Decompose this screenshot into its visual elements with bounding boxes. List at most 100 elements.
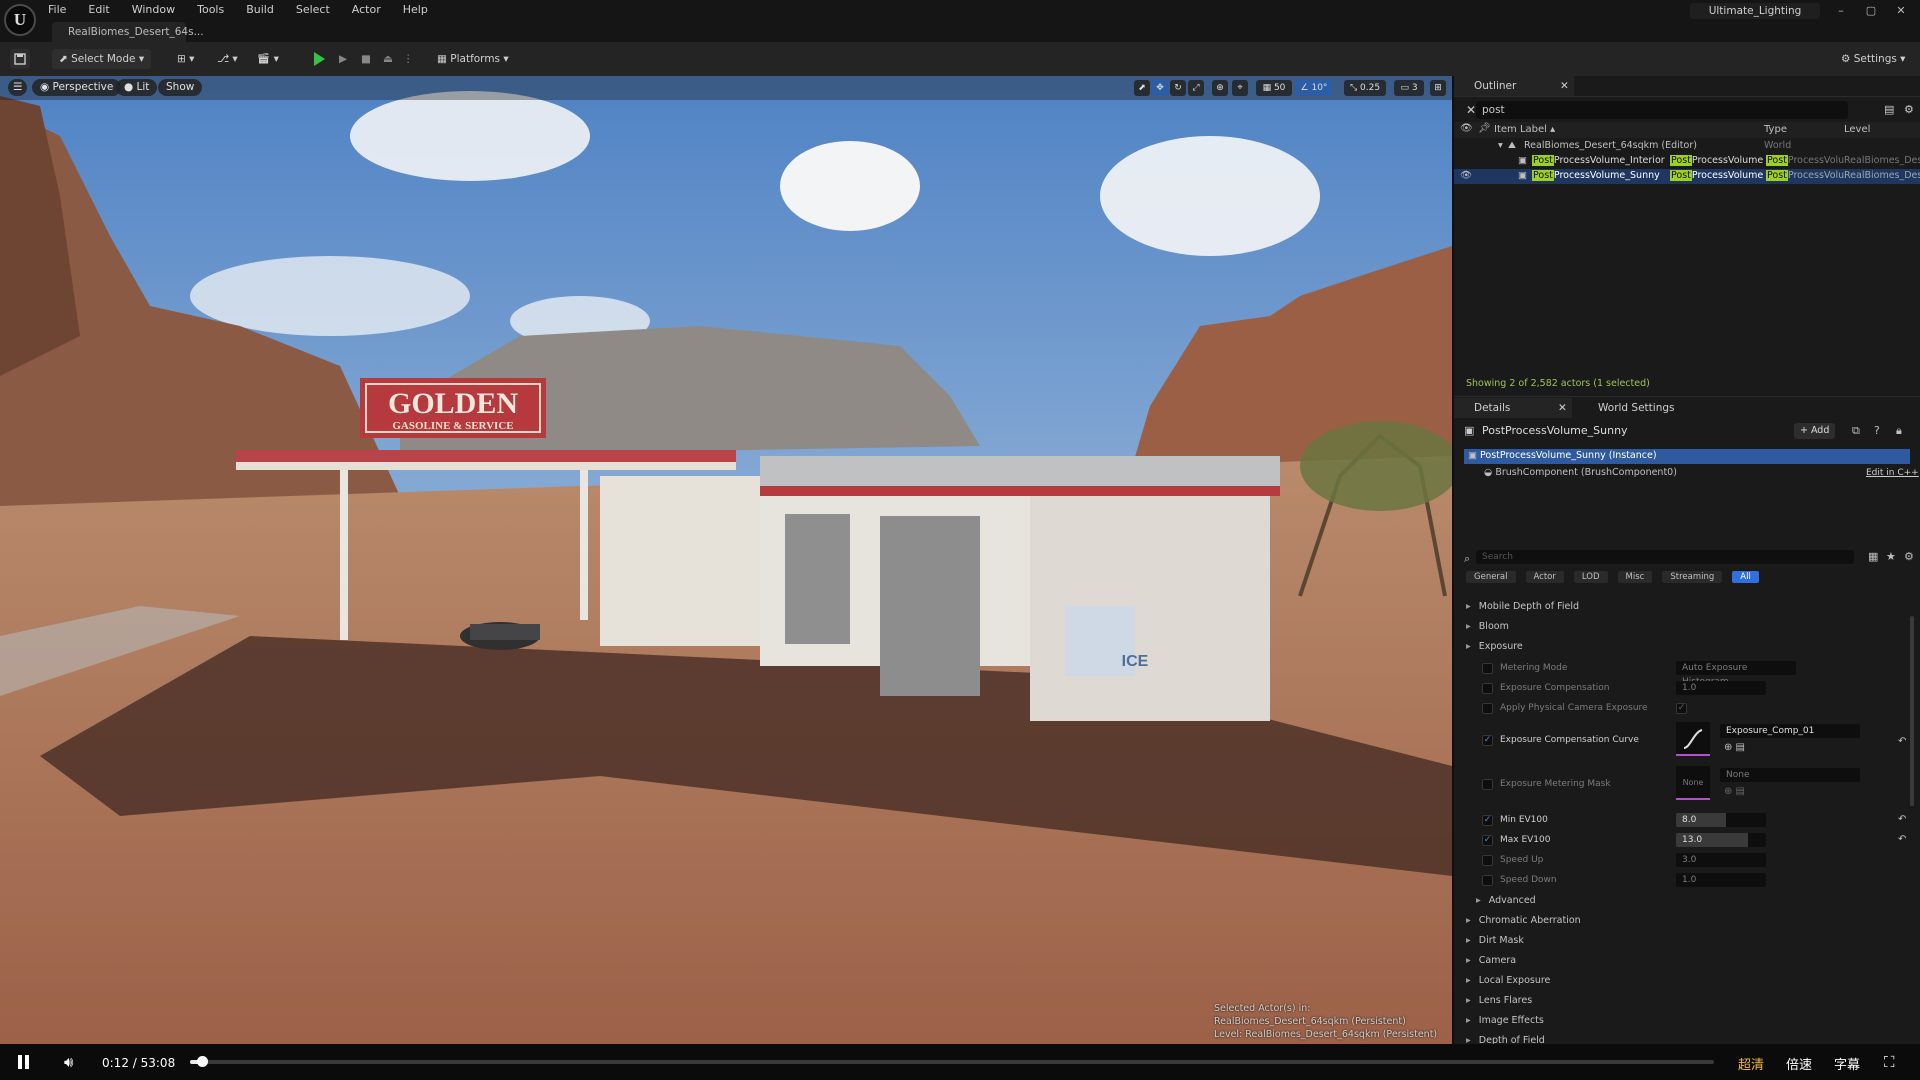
metering-mask-thumbnail[interactable]: None <box>1676 766 1710 800</box>
metering-mode-dropdown[interactable]: Auto Exposure Histogram <box>1676 661 1796 687</box>
stop-button[interactable]: ■ <box>354 49 378 69</box>
outliner-close-icon[interactable]: ✕ <box>1560 76 1569 96</box>
speed-button[interactable]: 倍速 <box>1786 1054 1812 1073</box>
reset-icon[interactable]: ↶ <box>1898 814 1906 825</box>
volume-icon[interactable]: 🔊︎ <box>64 1053 73 1071</box>
category-chromatic-aberration[interactable]: Chromatic Aberration <box>1466 915 1581 926</box>
filter-tab-streaming[interactable]: Streaming <box>1662 570 1723 583</box>
blueprint-icon[interactable]: ⧉ <box>1852 424 1860 438</box>
play-icon[interactable] <box>314 52 325 66</box>
speed-down-value[interactable]: 1.0 <box>1676 873 1766 887</box>
blueprints-button[interactable]: ⎇ ▾ <box>210 49 245 69</box>
metering-mask-checkbox[interactable] <box>1482 779 1493 790</box>
speed-up-checkbox[interactable] <box>1482 855 1493 866</box>
reset-icon[interactable]: ↶ <box>1898 736 1906 747</box>
filter-tab-lod[interactable]: LOD <box>1573 570 1608 583</box>
outliner-row[interactable]: ▣ PostProcessVolume_Interior PostProcess… <box>1454 154 1920 169</box>
actor-name[interactable]: PostProcessVolume_Sunny <box>1482 424 1628 437</box>
select-tool-icon[interactable]: ⬈ <box>1134 80 1150 96</box>
table-view-icon[interactable]: ▦ <box>1868 550 1878 563</box>
angle-snap-button[interactable]: ∠ 10° <box>1296 80 1332 96</box>
details-tab[interactable]: Details ✕ <box>1454 398 1572 418</box>
reset-icon[interactable]: ↶ <box>1898 834 1906 845</box>
lock-icon[interactable]: 🔒︎ <box>1896 424 1902 438</box>
category-lens-flares[interactable]: Lens Flares <box>1466 995 1532 1006</box>
platforms-dropdown[interactable]: ▦ Platforms ▾ <box>430 49 516 69</box>
curve-thumbnail[interactable] <box>1676 722 1710 756</box>
subtitle-button[interactable]: 字幕 <box>1834 1054 1860 1073</box>
world-settings-tab[interactable]: World Settings <box>1578 398 1688 418</box>
menu-select[interactable]: Select <box>296 3 330 16</box>
filter-tab-general[interactable]: General <box>1466 570 1516 583</box>
speed-up-value[interactable]: 3.0 <box>1676 853 1766 867</box>
filter-tab-all[interactable]: All <box>1732 570 1759 583</box>
max-ev-slider[interactable]: 13.0 <box>1676 833 1766 847</box>
grid-snap-button[interactable]: ▦ 50 <box>1256 80 1292 96</box>
category-advanced[interactable]: Advanced <box>1476 895 1536 906</box>
world-expand-icon[interactable]: ▾ <box>1498 140 1503 151</box>
world-local-icon[interactable]: ⊕ <box>1212 80 1228 96</box>
menu-file[interactable]: File <box>48 3 66 16</box>
edit-cpp-link[interactable]: Edit in C++ <box>1866 468 1919 478</box>
viewport-menu-button[interactable]: ☰ <box>8 79 28 96</box>
exposure-curve-checkbox[interactable]: ✓ <box>1482 735 1493 746</box>
help-icon[interactable]: ? <box>1874 424 1880 437</box>
category-depth-of-field[interactable]: Depth of Field <box>1466 1035 1545 1044</box>
exposure-compensation-value[interactable]: 1.0 <box>1676 681 1766 695</box>
viewport-layout-icon[interactable]: ⊞ <box>1430 80 1446 96</box>
play-options-icon[interactable]: ⋮ <box>396 49 421 69</box>
apply-physical-value-checkbox[interactable]: ✓ <box>1676 703 1687 714</box>
category-bloom[interactable]: Bloom <box>1466 621 1509 632</box>
category-image-effects[interactable]: Image Effects <box>1466 1015 1544 1026</box>
add-content-button[interactable]: ⊞ ▾ <box>170 49 201 69</box>
details-close-icon[interactable]: ✕ <box>1558 398 1567 418</box>
perspective-button[interactable]: ◉ Perspective <box>32 79 122 96</box>
browse-icon[interactable]: ⊕ ▤ <box>1724 742 1745 753</box>
menu-actor[interactable]: Actor <box>352 3 381 16</box>
outliner-settings-icon[interactable]: ⚙ <box>1904 103 1914 116</box>
select-mode-dropdown[interactable]: ⬈ Select Mode ▾ <box>52 49 152 69</box>
outliner-search-input[interactable]: post <box>1476 101 1848 119</box>
min-ev-checkbox[interactable]: ✓ <box>1482 815 1493 826</box>
category-mobile-dof[interactable]: Mobile Depth of Field <box>1466 601 1579 612</box>
type-header[interactable]: Type <box>1764 124 1787 135</box>
visibility-eye-icon[interactable]: 👁︎ <box>1460 170 1472 181</box>
exposure-compensation-checkbox[interactable] <box>1482 683 1493 694</box>
scale-tool-icon[interactable]: ⤢ <box>1188 80 1204 96</box>
step-button[interactable]: ▶︎ <box>332 49 354 69</box>
exposure-curve-dropdown[interactable]: Exposure_Comp_01 <box>1720 724 1860 738</box>
maximize-button[interactable]: ▢ <box>1856 4 1886 17</box>
cinematics-button[interactable]: 🎬︎ ▾ <box>250 49 286 69</box>
menu-tools[interactable]: Tools <box>197 3 224 16</box>
details-search-input[interactable]: Search <box>1476 550 1854 564</box>
scale-snap-button[interactable]: ⤡ 0.25 <box>1344 80 1386 96</box>
pause-button[interactable] <box>16 1053 32 1071</box>
close-button[interactable]: ✕ <box>1886 4 1916 17</box>
outliner-clear-icon[interactable]: ✕ <box>1466 103 1476 117</box>
level-tab[interactable]: RealBiomes_Desert_64s... <box>52 22 204 42</box>
world-row[interactable]: ▾ ⛰︎ RealBiomes_Desert_64sqkm (Editor) W… <box>1454 139 1920 154</box>
surface-snap-icon[interactable]: ⌖ <box>1232 80 1248 96</box>
component-instance-row[interactable]: ▣ PostProcessVolume_Sunny (Instance) <box>1464 449 1910 464</box>
category-local-exposure[interactable]: Local Exposure <box>1466 975 1551 986</box>
category-camera[interactable]: Camera <box>1466 955 1516 966</box>
save-button[interactable] <box>10 49 30 69</box>
metering-mask-dropdown[interactable]: None <box>1720 768 1860 782</box>
menu-build[interactable]: Build <box>246 3 274 16</box>
browse-icon[interactable]: ⊕ ▤ <box>1724 786 1745 797</box>
filter-tab-misc[interactable]: Misc <box>1617 570 1653 583</box>
view-mode-button[interactable]: ● Lit <box>116 79 158 96</box>
fullscreen-icon[interactable]: ⛶ <box>1884 1053 1895 1071</box>
menu-window[interactable]: Window <box>132 3 175 16</box>
outliner-row-selected[interactable]: 👁︎ ▣ PostProcessVolume_Sunny PostProcess… <box>1454 169 1920 184</box>
add-component-button[interactable]: + Add <box>1794 423 1836 439</box>
outliner-folder-icon[interactable]: ▤ <box>1884 103 1894 116</box>
video-progress-bar[interactable] <box>190 1056 1714 1067</box>
menu-help[interactable]: Help <box>403 3 428 16</box>
brush-component-row[interactable]: ◒ BrushComponent (BrushComponent0) <box>1484 467 1677 478</box>
quality-button[interactable]: 超清 <box>1738 1054 1764 1073</box>
level-header[interactable]: Level <box>1844 124 1870 135</box>
settings-dropdown[interactable]: ⚙ Settings ▾ <box>1834 49 1912 69</box>
category-exposure[interactable]: Exposure <box>1466 641 1523 652</box>
unreal-logo[interactable]: U <box>4 4 36 36</box>
